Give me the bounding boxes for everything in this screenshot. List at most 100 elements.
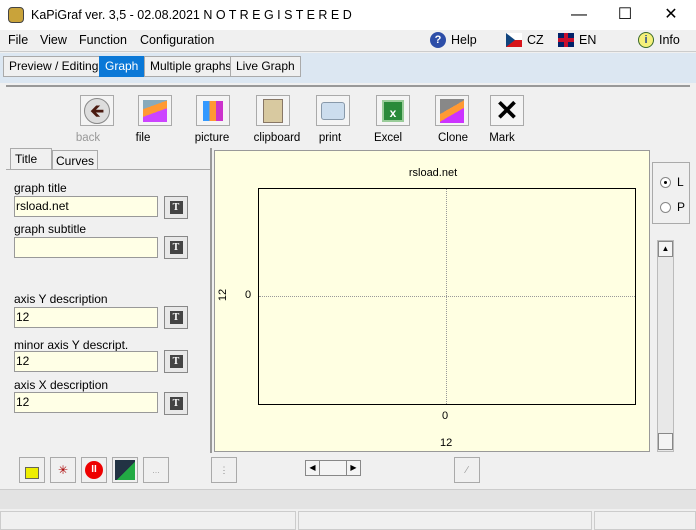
axis-y-input[interactable]: 12 [14, 307, 158, 328]
axis-x-input[interactable]: 12 [14, 392, 158, 413]
minor-axis-y-font-button[interactable]: T [164, 350, 188, 373]
menu-en[interactable]: EN [579, 33, 596, 47]
more-button[interactable]: ... [143, 457, 169, 483]
menu-file[interactable]: File [8, 33, 28, 47]
graph-title: rsload.net [408, 167, 458, 179]
x-mark-icon: ✕ [495, 94, 519, 126]
orientation-l-radio[interactable] [660, 177, 671, 188]
font-icon: T [169, 311, 183, 324]
orientation-p-radio[interactable] [660, 202, 671, 213]
crosshair-button[interactable]: ✳ [50, 457, 76, 483]
excel-icon: x [382, 99, 404, 122]
picture-button[interactable] [196, 95, 230, 126]
back-label: back [75, 132, 101, 144]
menu-view[interactable]: View [40, 33, 67, 47]
info-icon[interactable]: i [638, 32, 654, 48]
printer-icon [321, 101, 345, 120]
scroll-left-button[interactable]: ◀ [306, 461, 320, 475]
tab-curves[interactable]: Curves [52, 150, 98, 170]
window-title: KaPiGraf ver. 3,5 - 02.08.2021 N O T R E… [31, 8, 352, 22]
mark-label: Mark [489, 132, 515, 144]
scroll-up-button[interactable]: ▲ [658, 241, 673, 257]
file-label: file [135, 132, 151, 144]
axis-y-font-button[interactable]: T [164, 306, 188, 329]
title-bar: KaPiGraf ver. 3,5 - 02.08.2021 N O T R E… [0, 0, 696, 30]
graph-subtitle-font-button[interactable]: T [164, 236, 188, 259]
line-tool-button[interactable]: ∕ [454, 457, 480, 483]
split-button[interactable]: ⋮ [211, 457, 237, 483]
tab-multiple-graphs[interactable]: Multiple graphs [144, 56, 238, 77]
maximize-button[interactable]: ☐ [602, 4, 648, 26]
menu-configuration[interactable]: Configuration [140, 33, 214, 47]
stop-icon: II [85, 461, 103, 479]
vertical-scrollbar[interactable]: ▲ [657, 240, 674, 452]
uk-flag-icon[interactable] [558, 33, 574, 47]
tab-graph[interactable]: Graph [99, 56, 145, 77]
horizontal-scroller[interactable]: ◀ ▶ [305, 460, 361, 476]
clone-icon [440, 98, 464, 123]
scroll-thumb[interactable] [658, 433, 673, 450]
back-arrow-icon: 🡸 [84, 97, 110, 124]
x-axis-label: 12 [440, 437, 453, 449]
main-tabs: Preview / Editing Graph Multiple graphs … [0, 53, 696, 83]
bar-chart-save-icon [203, 100, 223, 121]
graph-title-label: graph title [14, 181, 67, 195]
lock-button[interactable] [19, 457, 45, 483]
close-button[interactable]: ✕ [648, 4, 694, 26]
minimize-button[interactable]: — [556, 4, 602, 26]
back-button[interactable]: 🡸 [80, 95, 114, 126]
stop-button[interactable]: II [81, 457, 107, 483]
font-icon: T [169, 397, 183, 410]
orientation-group: L P [652, 162, 690, 224]
scroll-right-button[interactable]: ▶ [346, 461, 360, 475]
picture-label: picture [194, 132, 230, 144]
print-label: print [318, 132, 342, 144]
help-icon[interactable]: ? [430, 32, 446, 48]
minor-axis-y-label: minor axis Y descript. [14, 338, 129, 352]
plot-area [258, 188, 636, 405]
lock-icon [25, 467, 39, 479]
line-icon: ∕ [466, 464, 468, 476]
font-icon: T [169, 355, 183, 368]
tab-title[interactable]: Title [10, 148, 52, 170]
axis-x-label: axis X description [14, 378, 109, 392]
file-button[interactable] [138, 95, 172, 126]
menu-help[interactable]: Help [451, 33, 477, 47]
clone-label: Clone [437, 132, 469, 144]
print-button[interactable] [316, 95, 350, 126]
y-axis-label: 12 [217, 288, 230, 302]
clone-button[interactable] [435, 95, 469, 126]
czech-flag-icon[interactable] [506, 33, 522, 47]
excel-label: Excel [373, 132, 403, 144]
excel-button[interactable]: x [376, 95, 410, 126]
menu-function[interactable]: Function [79, 33, 127, 47]
menu-info[interactable]: Info [659, 33, 680, 47]
graph-canvas: rsload.net 12 0 0 12 [214, 150, 650, 452]
menu-bar: File View Function Configuration ? Help … [0, 30, 696, 52]
status-segment-1 [0, 511, 296, 530]
mark-button[interactable]: ✕ [490, 95, 524, 126]
tab-preview-editing[interactable]: Preview / Editing [3, 56, 105, 77]
menu-cz[interactable]: CZ [527, 33, 544, 47]
graph-title-font-button[interactable]: T [164, 196, 188, 219]
graph-title-input[interactable]: rsload.net [14, 196, 158, 217]
app-logo-icon [8, 7, 24, 23]
orientation-l-label: L [677, 175, 684, 189]
x-tick-label: 0 [442, 410, 449, 422]
settings-panel: Title Curves graph title rsload.net T gr… [6, 148, 212, 453]
y-tick-label: 0 [245, 289, 252, 301]
area-chart-icon [143, 99, 167, 122]
graph-subtitle-input[interactable] [14, 237, 158, 258]
tab-live-graph[interactable]: Live Graph [230, 56, 301, 77]
font-icon: T [169, 201, 183, 214]
axis-x-font-button[interactable]: T [164, 392, 188, 415]
calculator-button[interactable] [112, 457, 138, 483]
clipboard-button[interactable] [256, 95, 290, 126]
status-segment-2 [298, 511, 592, 530]
calculator-icon [115, 460, 135, 480]
minor-axis-y-input[interactable]: 12 [14, 351, 158, 372]
axis-y-label: axis Y description [14, 292, 108, 306]
font-icon: T [169, 241, 183, 254]
info-bar [0, 489, 696, 509]
orientation-p-label: P [677, 200, 686, 214]
